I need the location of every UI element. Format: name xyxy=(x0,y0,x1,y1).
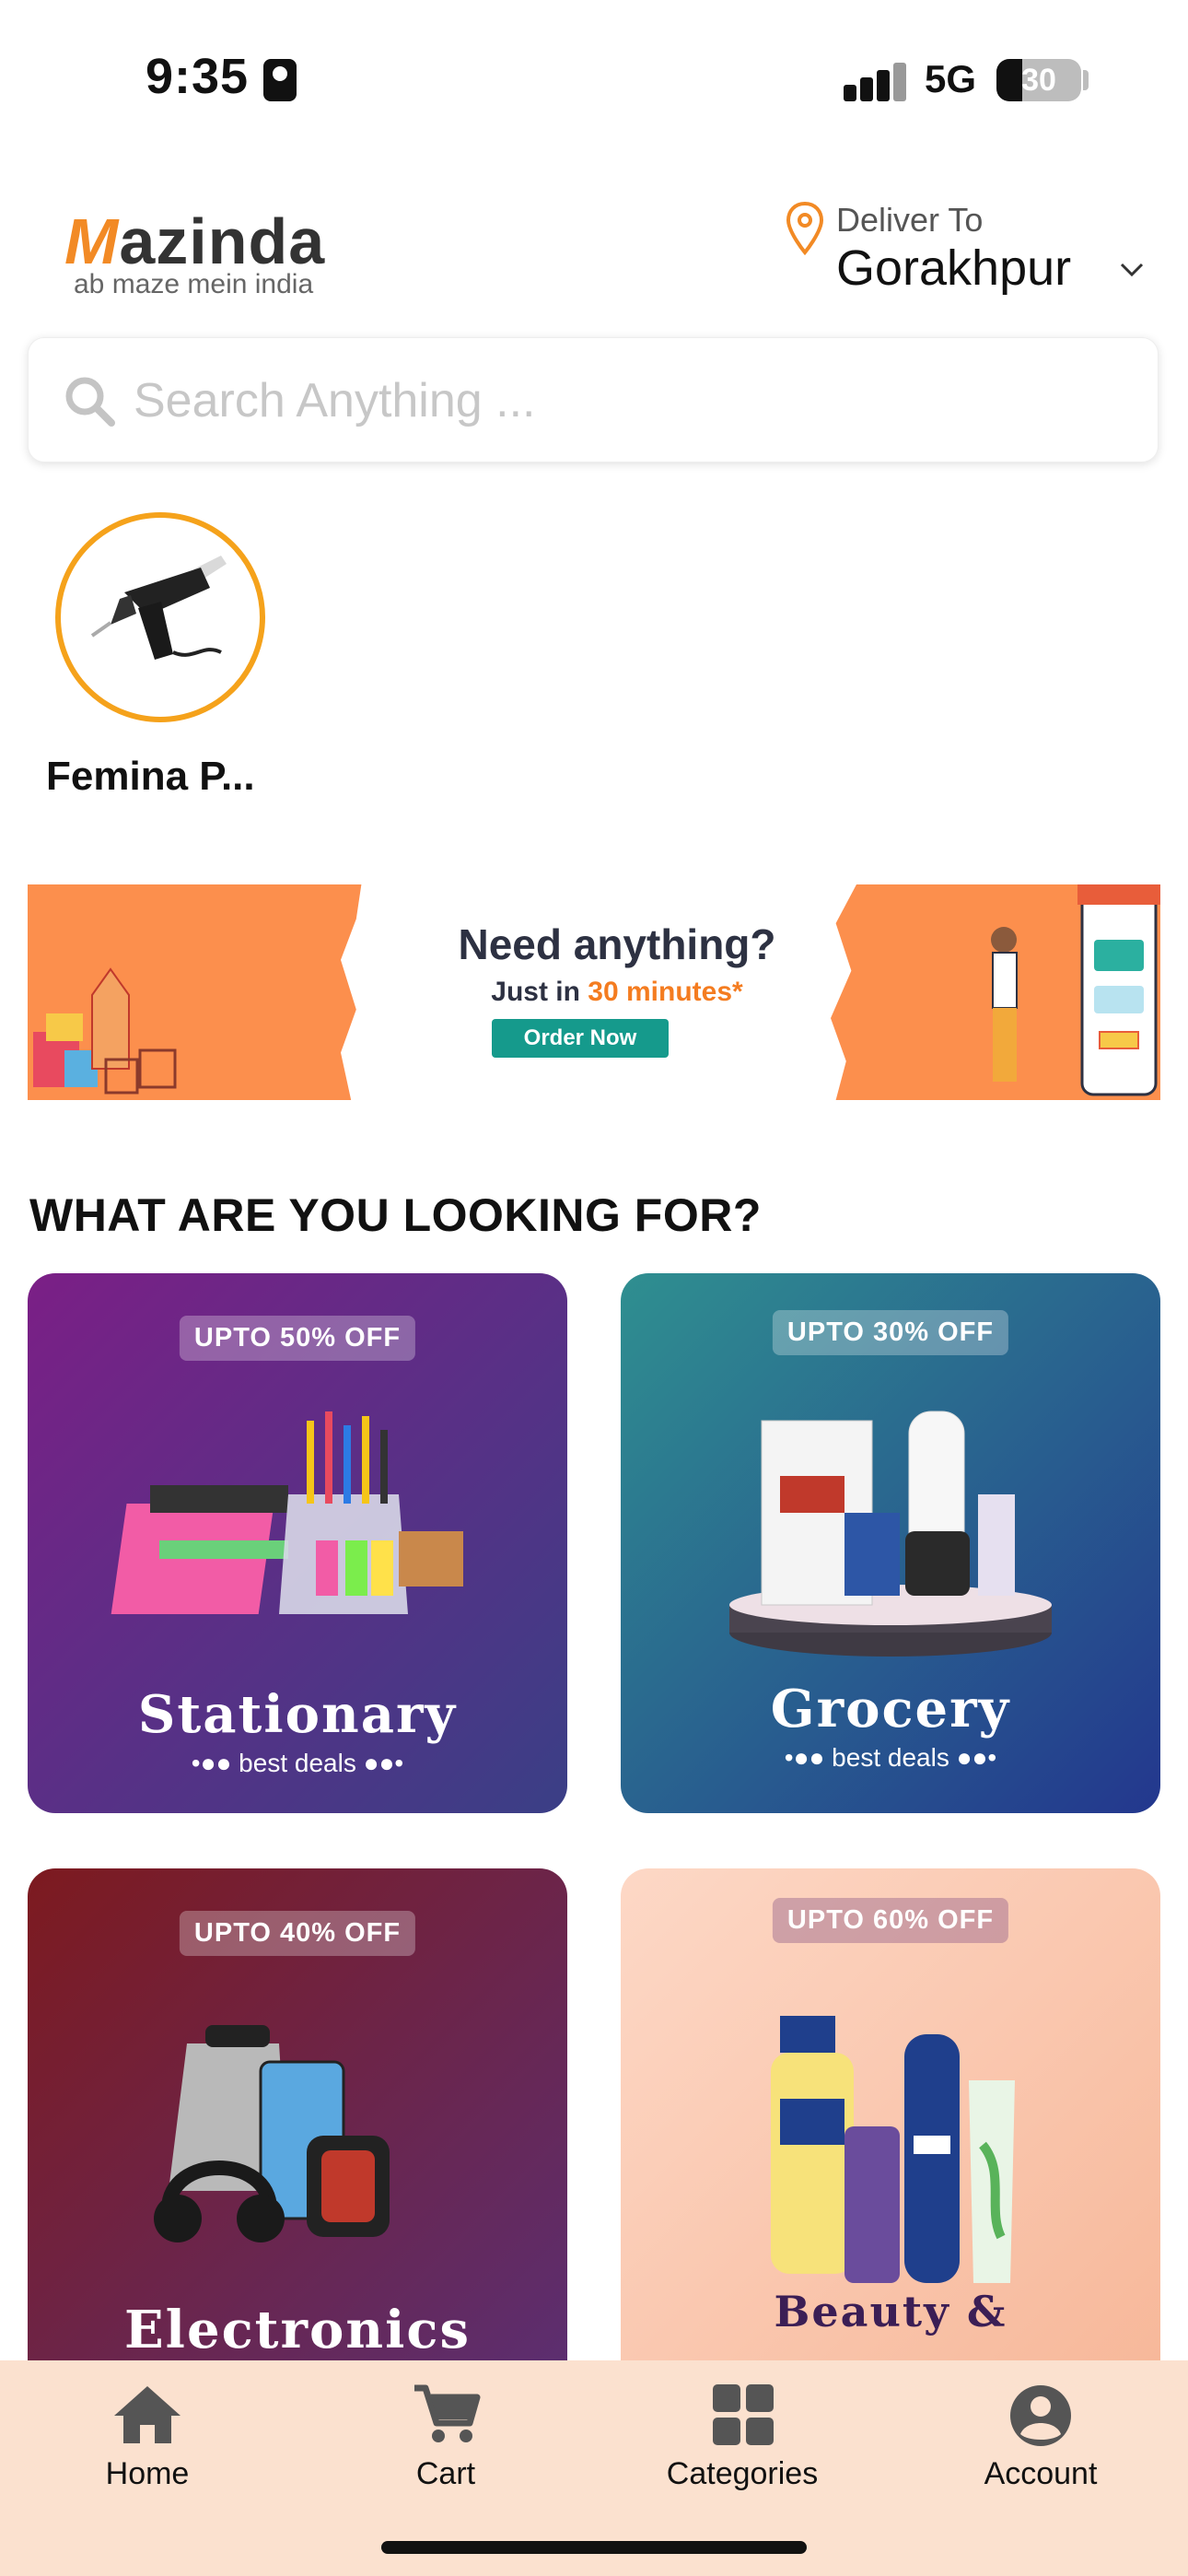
nav-item-home[interactable]: Home xyxy=(37,2383,258,2512)
status-bar: 9:35 5G 30 xyxy=(0,0,1188,157)
store-avatar[interactable] xyxy=(55,512,265,722)
category-card-electronics[interactable]: UPTO 40% OFF Electronics xyxy=(28,1868,567,2366)
contact-badge-icon xyxy=(263,59,297,101)
chevron-down-icon xyxy=(1120,263,1144,277)
glue-gun-icon xyxy=(90,556,227,660)
order-now-button[interactable]: Order Now xyxy=(492,1019,669,1058)
electronics-illustration xyxy=(154,2025,390,2242)
brand-logo[interactable]: Mazinda ab maze mein india xyxy=(64,205,378,306)
promo-banner[interactable]: Need anything? Just in 30 minutes* Order… xyxy=(28,884,1160,1100)
banner-subtitle: Just in 30 minutes* xyxy=(491,977,743,1007)
store-name: Femina P... xyxy=(46,754,255,799)
category-subtitle: •●● best deals ●●• xyxy=(191,1749,404,1777)
cart-icon xyxy=(414,2384,481,2442)
location-pin-icon xyxy=(786,201,824,256)
discount-badge: UPTO 40% OFF xyxy=(179,1911,416,1956)
grocery-illustration xyxy=(729,1411,1052,1657)
nav-label: Cart xyxy=(415,2456,476,2491)
discount-badge: UPTO 60% OFF xyxy=(772,1898,1009,1943)
banner-title: Need anything? xyxy=(458,920,776,968)
category-card-stationary[interactable]: UPTO 50% OFF Stationary •●● best deals ●… xyxy=(28,1273,567,1813)
discount-badge: UPTO 30% OFF xyxy=(772,1310,1009,1355)
category-title: Beauty & xyxy=(774,2287,1007,2336)
logo-initial: M xyxy=(64,205,120,277)
category-subtitle: •●● best deals ●●• xyxy=(784,1743,997,1772)
nav-item-cart[interactable]: Cart xyxy=(335,2383,556,2512)
deliver-label: Deliver To xyxy=(836,201,984,239)
nav-item-account[interactable]: Account xyxy=(930,2383,1151,2512)
search-icon xyxy=(65,377,115,427)
nav-label: Home xyxy=(105,2456,190,2491)
logo-text: azinda xyxy=(119,205,326,277)
nav-label: Categories xyxy=(666,2456,819,2491)
store-item[interactable]: Femina P... xyxy=(46,512,285,816)
nav-item-categories[interactable]: Categories xyxy=(632,2383,853,2512)
deliver-location-selector[interactable]: Deliver To Gorakhpur xyxy=(785,197,1144,299)
logo-tagline: ab maze mein india xyxy=(74,269,314,299)
network-type: 5G xyxy=(925,57,977,100)
gifts-illustration xyxy=(33,967,177,1095)
grid-icon xyxy=(713,2384,774,2445)
category-title: Stationary xyxy=(137,1684,458,1745)
home-icon xyxy=(114,2386,181,2443)
search-bar[interactable] xyxy=(28,337,1159,463)
beauty-illustration xyxy=(771,2016,1015,2283)
search-input[interactable] xyxy=(134,366,1128,436)
section-title: WHAT ARE YOU LOOKING FOR? xyxy=(29,1189,762,1241)
discount-badge: UPTO 50% OFF xyxy=(179,1316,416,1361)
home-indicator xyxy=(381,2541,807,2554)
stationary-illustration xyxy=(111,1411,463,1614)
account-icon xyxy=(1010,2385,1071,2446)
signal-icon xyxy=(844,61,926,101)
nav-label: Account xyxy=(984,2456,1098,2491)
status-time: 9:35 xyxy=(146,49,250,104)
category-card-grocery[interactable]: UPTO 30% OFF Grocery •●● best deals ●●• xyxy=(621,1273,1160,1813)
battery-icon: 30 xyxy=(996,59,1081,101)
category-card-beauty[interactable]: UPTO 60% OFF Beauty & xyxy=(621,1868,1160,2366)
deliver-city: Gorakhpur xyxy=(836,240,1072,296)
battery-level: 30 xyxy=(1021,63,1056,98)
category-title: Electronics xyxy=(123,2300,472,2360)
category-title: Grocery xyxy=(770,1679,1011,1739)
shopper-illustration xyxy=(991,884,1160,1096)
